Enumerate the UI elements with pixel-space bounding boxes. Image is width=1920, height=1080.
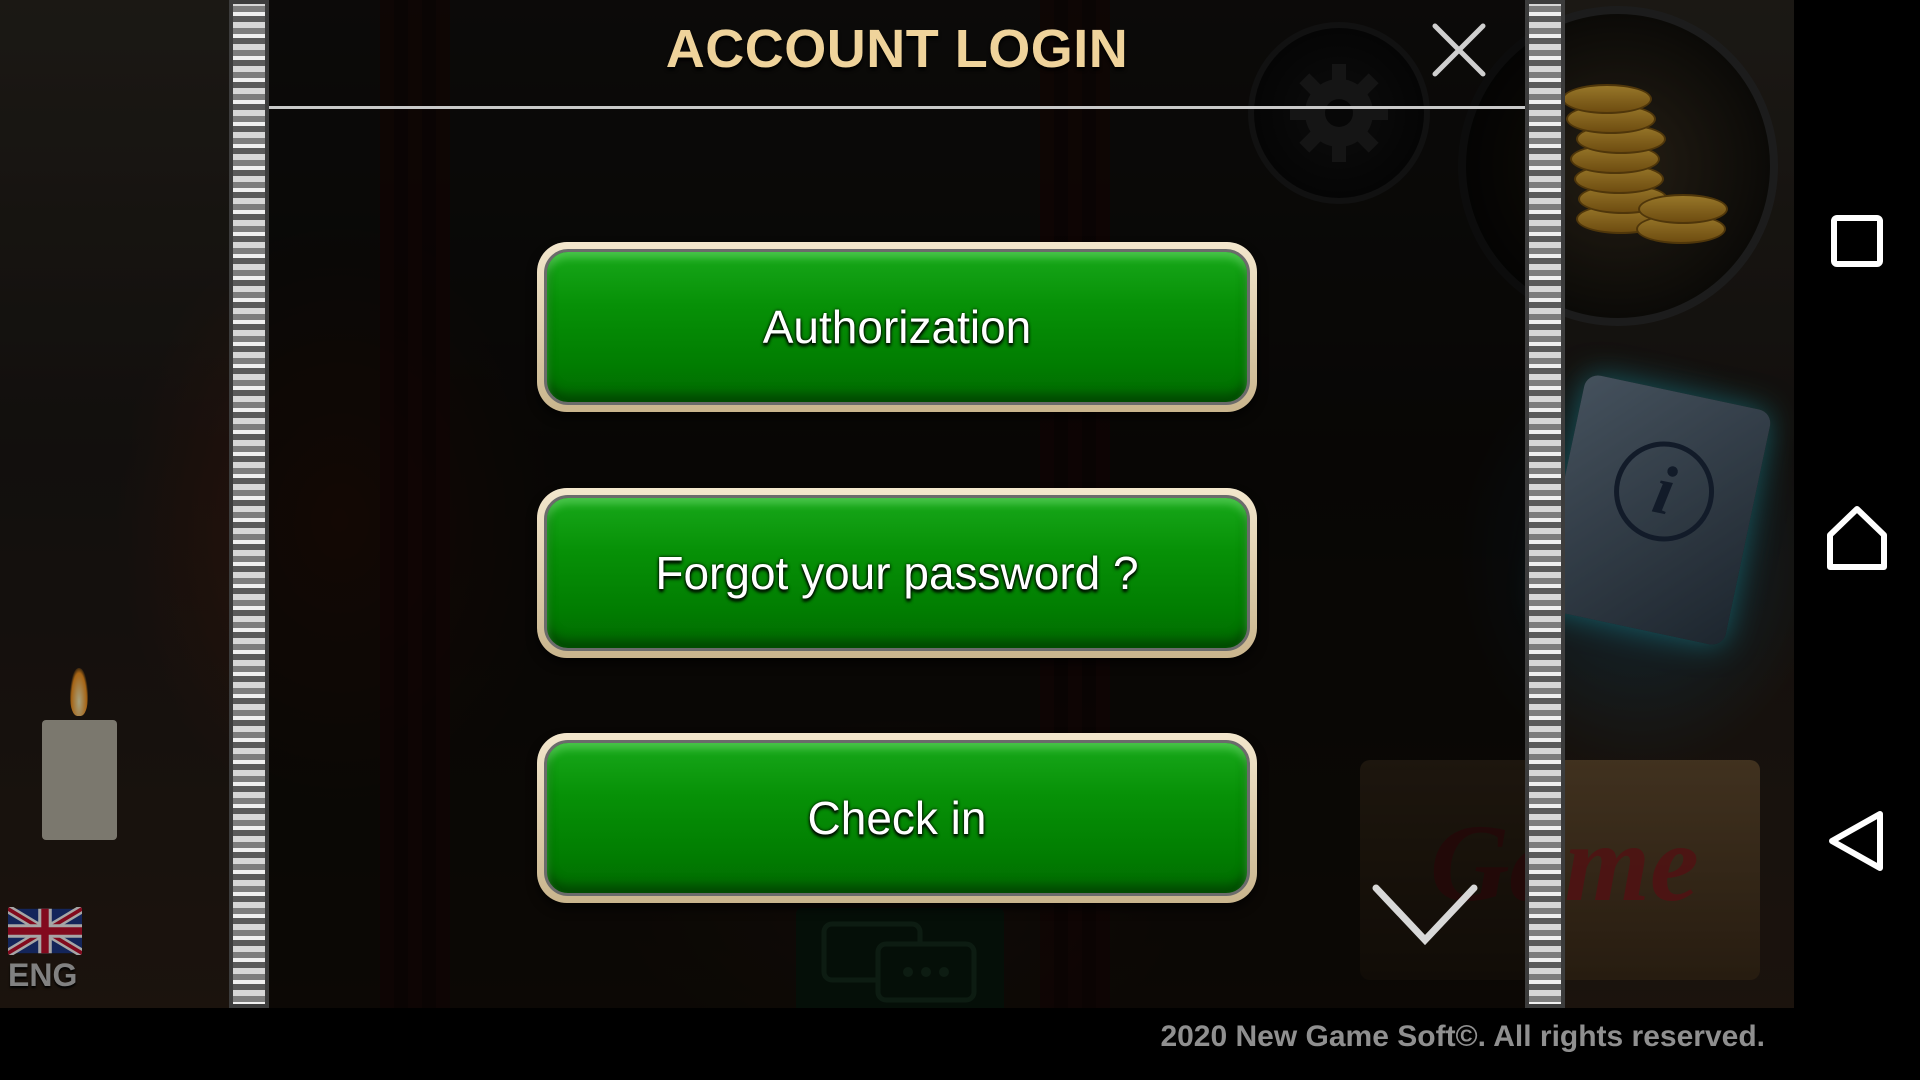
chain-border-right [1525, 0, 1565, 1008]
forgot-password-button[interactable]: Forgot your password ? [537, 488, 1257, 658]
close-button[interactable] [1429, 20, 1489, 80]
close-icon [1432, 23, 1486, 77]
back-button[interactable] [1824, 808, 1890, 874]
check-in-button[interactable]: Check in [537, 733, 1257, 903]
account-login-dialog: ACCOUNT LOGIN Authorization Forgot your … [229, 0, 1565, 1008]
recents-button[interactable] [1824, 208, 1890, 274]
authorization-button[interactable]: Authorization [537, 242, 1257, 412]
chevron-down-icon [1372, 884, 1478, 946]
forgot-password-label: Forgot your password ? [655, 547, 1139, 599]
title-divider [269, 106, 1525, 109]
square-icon [1831, 215, 1883, 267]
check-in-label: Check in [807, 792, 987, 844]
footer-bar: 2020 New Game Soft©. All rights reserved… [0, 1008, 1920, 1080]
chain-border-left [229, 0, 269, 1008]
dialog-title: ACCOUNT LOGIN [665, 19, 1129, 79]
back-triangle-icon [1829, 811, 1883, 871]
copyright-text: 2020 New Game Soft©. All rights reserved… [1160, 1020, 1765, 1053]
android-navigation-bar [1794, 0, 1920, 1008]
home-icon [1827, 506, 1887, 570]
home-button[interactable] [1824, 505, 1890, 571]
authorization-label: Authorization [762, 301, 1032, 353]
scroll-down-button[interactable] [1370, 880, 1480, 955]
